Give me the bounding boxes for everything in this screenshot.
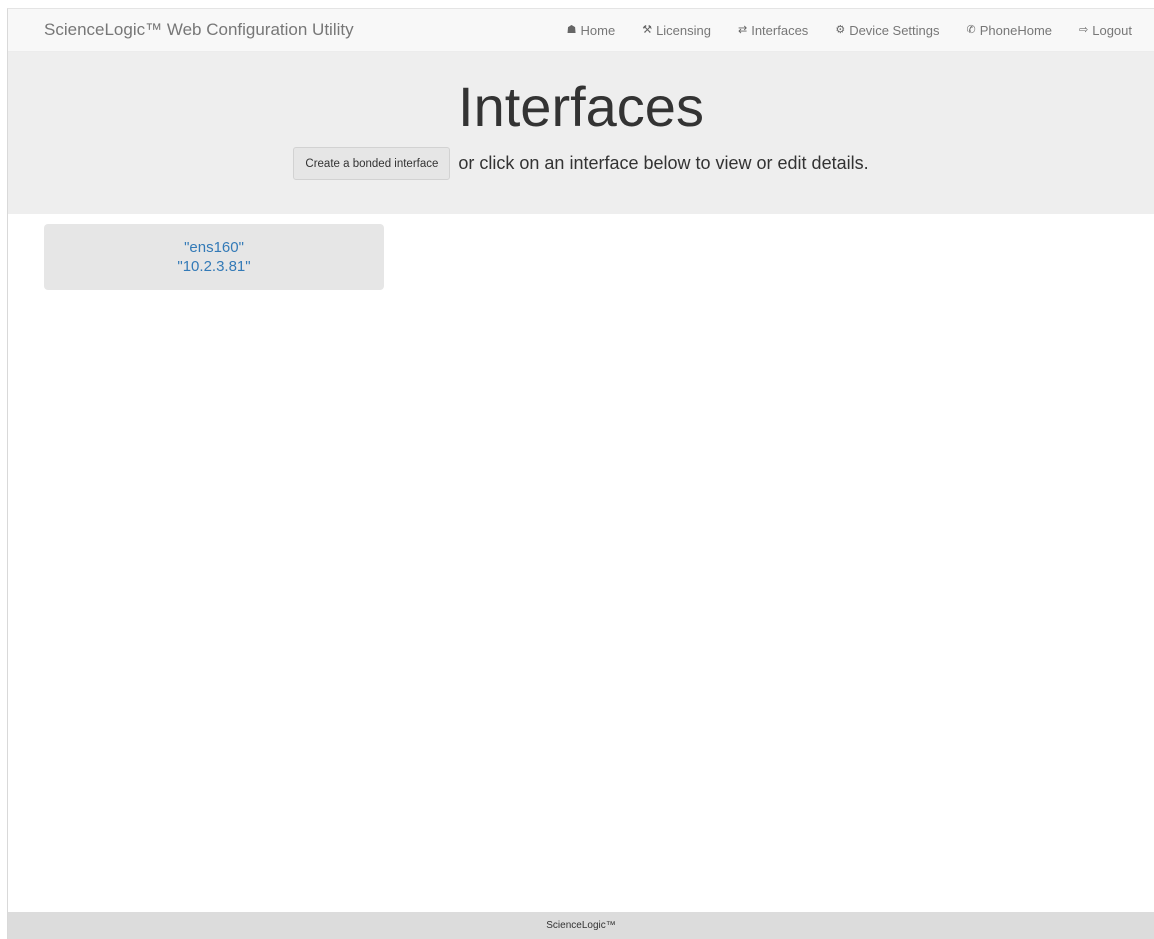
footer-text: ScienceLogic™: [546, 920, 616, 931]
nav-phonehome[interactable]: ✆ PhoneHome: [967, 23, 1053, 38]
header-actions: Create a bonded interface or click on an…: [8, 147, 1154, 180]
nav-phonehome-label: PhoneHome: [979, 23, 1053, 38]
gavel-icon: ⚒: [642, 24, 653, 36]
gear-icon: ⚙: [835, 24, 846, 36]
nav-logout[interactable]: ⇨ Logout: [1079, 23, 1132, 38]
nav-interfaces-label: Interfaces: [751, 23, 809, 38]
nav-device-settings[interactable]: ⚙ Device Settings: [835, 23, 939, 38]
nav-licensing-label: Licensing: [656, 23, 711, 38]
nav-interfaces[interactable]: ⇄ Interfaces: [738, 23, 808, 38]
nav-home-label: Home: [580, 23, 616, 38]
app-window: ScienceLogic™ Web Configuration Utility …: [7, 8, 1154, 939]
nav-logout-label: Logout: [1092, 23, 1132, 38]
instructions-text: or click on an interface below to view o…: [458, 153, 869, 173]
main-nav: ☗ Home ⚒ Licensing ⇄ Interfaces ⚙ Device…: [540, 9, 1132, 52]
nav-device-settings-label: Device Settings: [849, 23, 940, 38]
page-title: Interfaces: [458, 75, 704, 138]
page-footer: ScienceLogic™: [8, 912, 1154, 939]
swap-arrows-icon: ⇄: [738, 24, 748, 36]
logout-icon: ⇨: [1079, 24, 1089, 36]
home-icon: ☗: [566, 24, 577, 36]
create-bonded-interface-button[interactable]: Create a bonded interface: [293, 147, 451, 180]
page-header: Interfaces Create a bonded interface or …: [8, 52, 1154, 214]
interface-card-ens160[interactable]: "ens160" "10.2.3.81": [44, 224, 384, 290]
top-navbar: ScienceLogic™ Web Configuration Utility …: [8, 9, 1154, 52]
interface-ip[interactable]: "10.2.3.81": [177, 257, 250, 276]
nav-licensing[interactable]: ⚒ Licensing: [642, 23, 711, 38]
nav-home[interactable]: ☗ Home: [567, 23, 616, 38]
phone-icon: ✆: [966, 24, 976, 36]
brand-title[interactable]: ScienceLogic™ Web Configuration Utility: [44, 20, 354, 40]
interface-name[interactable]: "ens160": [184, 238, 244, 257]
